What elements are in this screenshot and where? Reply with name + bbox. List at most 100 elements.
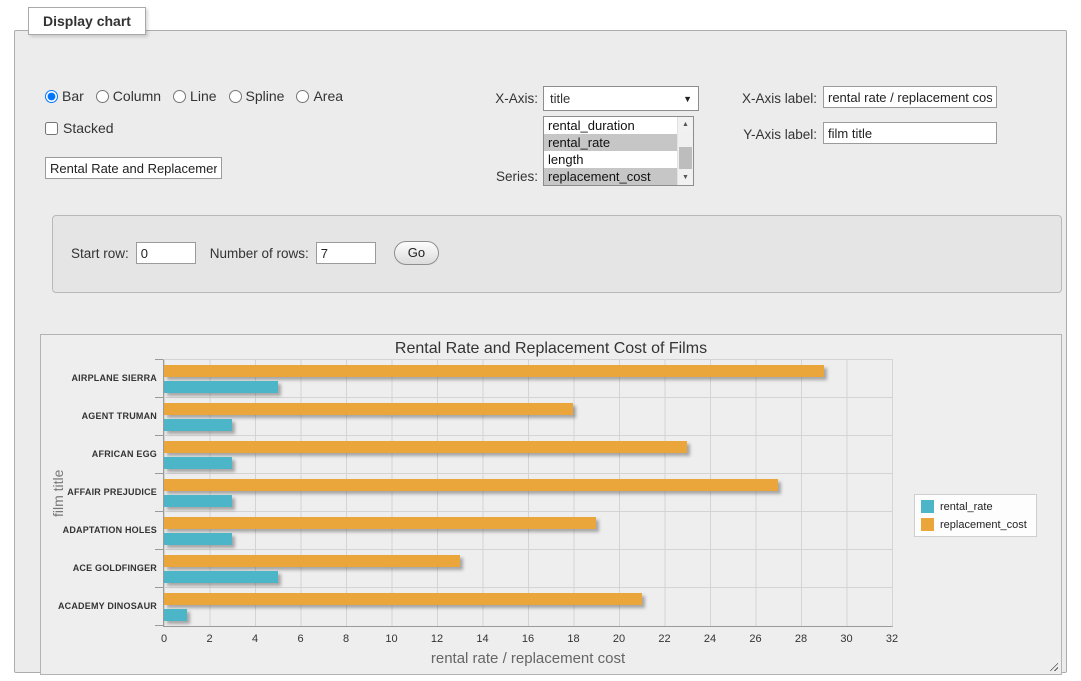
x-axis-select[interactable]: title ▼ [543,86,699,111]
chart-category-label: ADAPTATION HOLES [41,511,157,549]
row-range-panel: Start row: Number of rows: Go [52,215,1062,293]
chart-category-label: ACADEMY DINOSAUR [41,587,157,625]
chart-category-band [164,512,892,550]
chart-type-option-area[interactable]: Area [296,88,343,104]
chart-type-label: Column [113,88,161,104]
series-scrollbar[interactable]: ▲ ▼ [677,117,693,185]
x-axis-tick-label: 6 [297,633,303,645]
chart-legend: rental_rate replacement_cost [914,494,1037,537]
scroll-up-icon[interactable]: ▲ [678,117,693,132]
legend-label: replacement_cost [940,519,1027,531]
series-list-label: Series: [463,169,538,184]
stacked-label: Stacked [63,120,114,136]
scrollbar-thumb[interactable] [679,147,692,169]
bar-rental-rate[interactable] [164,419,232,431]
stacked-checkbox[interactable] [45,122,58,135]
chart-plot-area [163,359,893,627]
bar-replacement-cost[interactable] [164,479,778,491]
x-axis-tick-label: 10 [385,633,397,645]
chart-type-option-spline[interactable]: Spline [229,88,285,104]
bar-replacement-cost[interactable] [164,593,642,605]
chart-category-label: AFFAIR PREJUDICE [41,473,157,511]
y-axis-tick [155,587,163,588]
chart-category-label: AFRICAN EGG [41,435,157,473]
chart-title-input[interactable] [45,157,222,179]
bar-rental-rate[interactable] [164,533,232,545]
x-axis-select-label: X-Axis: [463,91,538,106]
num-rows-label: Number of rows: [210,246,309,261]
y-axis-tick [155,359,163,360]
series-option-rental_duration[interactable]: rental_duration [544,117,677,134]
stacked-checkbox-row[interactable]: Stacked [45,120,114,136]
x-axis-tick-label: 18 [567,633,579,645]
bar-replacement-cost[interactable] [164,441,687,453]
start-row-input[interactable] [136,242,196,264]
legend-entry-rental-rate[interactable]: rental_rate [921,500,1027,513]
bar-rental-rate[interactable] [164,571,278,583]
chart-x-axis-title: rental rate / replacement cost [164,650,892,667]
y-axis-label-input[interactable] [823,122,997,144]
y-axis-tick [155,549,163,550]
bar-rental-rate[interactable] [164,495,232,507]
chart-type-radio-bar[interactable] [45,90,58,103]
series-options: rental_durationrental_ratelengthreplacem… [544,117,677,185]
chart-type-label: Area [313,88,343,104]
legend-swatch-rental-rate [921,500,934,513]
chart-type-radio-column[interactable] [96,90,109,103]
bar-replacement-cost[interactable] [164,555,460,567]
series-multiselect[interactable]: rental_durationrental_ratelengthreplacem… [543,116,694,186]
x-axis-label-input[interactable] [823,86,997,108]
bar-rental-rate[interactable] [164,609,187,621]
x-axis-tick-label: 14 [476,633,488,645]
num-rows-input[interactable] [316,242,376,264]
chart-category-label: AIRPLANE SIERRA [41,359,157,397]
chart-x-tick-labels: 02468101214161820222426283032 [164,633,892,647]
chart-category-band [164,436,892,474]
y-axis-tick [155,435,163,436]
legend-swatch-replacement-cost [921,518,934,531]
x-axis-tick-label: 26 [749,633,761,645]
x-axis-tick-label: 8 [343,633,349,645]
x-axis-tick-label: 28 [795,633,807,645]
series-option-replacement_cost[interactable]: replacement_cost [544,168,677,185]
row-range-controls: Start row: Number of rows: Go [71,241,439,265]
chart-type-label: Spline [246,88,285,104]
chart-type-option-bar[interactable]: Bar [45,88,84,104]
chart-type-radio-line[interactable] [173,90,186,103]
chart-type-radio-spline[interactable] [229,90,242,103]
resize-handle-icon[interactable] [1047,660,1058,671]
x-axis-tick-label: 24 [704,633,716,645]
legend-entry-replacement-cost[interactable]: replacement_cost [921,518,1027,531]
y-axis-tick [155,625,163,626]
series-option-length[interactable]: length [544,151,677,168]
x-axis-tick-label: 12 [431,633,443,645]
x-axis-selected-value: title [550,91,683,106]
display-chart-panel: BarColumnLineSplineArea Stacked X-Axis: … [14,30,1067,673]
series-option-rental_rate[interactable]: rental_rate [544,134,677,151]
legend-label: rental_rate [940,501,993,513]
bar-rental-rate[interactable] [164,381,278,393]
bar-rental-rate[interactable] [164,457,232,469]
chart-type-option-line[interactable]: Line [173,88,216,104]
go-button[interactable]: Go [394,241,439,265]
chart-category-band [164,588,892,626]
chart-category-band [164,474,892,512]
x-axis-tick-label: 2 [206,633,212,645]
chart-category-label: ACE GOLDFINGER [41,549,157,587]
x-axis-tick-label: 32 [886,633,898,645]
bar-replacement-cost[interactable] [164,365,824,377]
chart-type-radio-area[interactable] [296,90,309,103]
scrollbar-track[interactable] [678,132,693,170]
y-axis-tick [155,473,163,474]
chart-category-band [164,550,892,588]
bar-replacement-cost[interactable] [164,403,573,415]
x-axis-tick-label: 20 [613,633,625,645]
chart-title: Rental Rate and Replacement Cost of Film… [41,340,1061,358]
chart-category-labels: AIRPLANE SIERRAAGENT TRUMANAFRICAN EGGAF… [41,359,157,625]
start-row-label: Start row: [71,246,129,261]
chart-container: Rental Rate and Replacement Cost of Film… [40,334,1062,675]
scroll-down-icon[interactable]: ▼ [678,170,693,185]
chart-type-option-column[interactable]: Column [96,88,161,104]
bar-replacement-cost[interactable] [164,517,596,529]
x-axis-tick-label: 0 [161,633,167,645]
